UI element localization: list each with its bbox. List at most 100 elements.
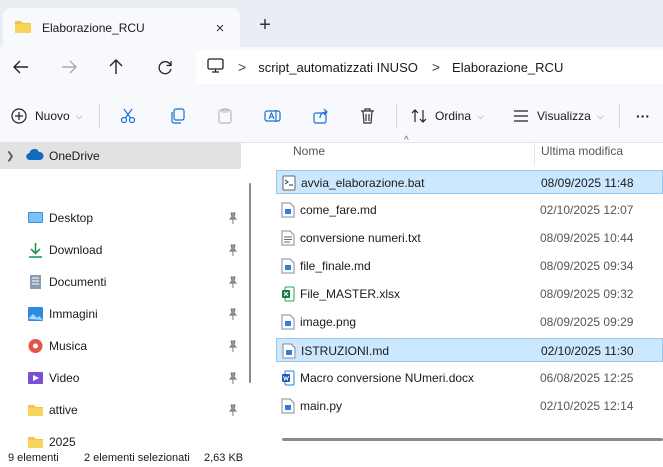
address-row: > script_automatizzati INUSO > Elaborazi…: [0, 47, 663, 88]
trash-icon: [361, 108, 374, 124]
pin-icon[interactable]: [228, 340, 238, 352]
file-row-conversione-numeri[interactable]: conversione numeri.txt 08/09/2025 10:44: [276, 226, 663, 250]
breadcrumb-script-automatizzati[interactable]: script_automatizzati INUSO: [258, 60, 418, 75]
file-row-image[interactable]: image.png 08/09/2025 09:29: [276, 310, 663, 334]
tab-strip: Elaborazione_RCU × +: [0, 0, 663, 48]
pin-icon[interactable]: [228, 244, 238, 256]
arrow-left-icon: [13, 60, 28, 74]
horizontal-scrollbar[interactable]: [282, 438, 663, 441]
cut-button[interactable]: [120, 102, 136, 130]
file-row-file-master[interactable]: File_MASTER.xlsx 08/09/2025 09:32: [276, 282, 663, 306]
sidebar-item-immagini[interactable]: Immagini: [0, 298, 241, 330]
file-name: ISTRUZIONI.md: [301, 344, 390, 358]
pin-icon[interactable]: [228, 404, 238, 416]
pin-icon[interactable]: [228, 308, 238, 320]
refresh-button[interactable]: [151, 55, 179, 79]
copy-button[interactable]: [169, 102, 185, 130]
sidebar-item-label: OneDrive: [49, 149, 100, 163]
file-name: come_fare.md: [300, 203, 377, 217]
pin-icon[interactable]: [228, 212, 238, 224]
sidebar-item-label: attive: [49, 403, 78, 417]
pin-icon[interactable]: [228, 276, 238, 288]
file-row-macro-conversione[interactable]: Macro conversione NUmeri.docx 06/08/2025…: [276, 366, 663, 390]
sidebar-item-label: 2025: [49, 435, 76, 449]
file-modified: 08/09/2025 10:44: [540, 231, 634, 245]
download-icon: [29, 243, 42, 258]
arrow-right-icon: [62, 60, 77, 74]
file-modified: 02/10/2025 12:07: [540, 203, 634, 217]
scissors-icon: [120, 108, 136, 124]
selection-count: 2 elementi selezionati: [84, 452, 190, 464]
sort-button[interactable]: Ordina ⌵: [411, 102, 484, 130]
chevron-down-icon: ⌵: [477, 110, 484, 121]
word-file-icon: [282, 370, 295, 386]
tab-elaborazione-rcu[interactable]: Elaborazione_RCU ×: [3, 8, 240, 48]
file-row-istruzioni[interactable]: ISTRUZIONI.md 02/10/2025 11:30: [276, 338, 663, 362]
delete-button[interactable]: [360, 102, 375, 130]
plus-circle-icon: [11, 108, 27, 124]
markdown-file-icon: [281, 202, 295, 218]
file-modified: 02/10/2025 12:14: [540, 399, 634, 413]
file-modified: 08/09/2025 09:29: [540, 315, 634, 329]
file-modified: 08/09/2025 11:48: [541, 176, 634, 190]
sort-icon: [411, 109, 427, 123]
sidebar-item-attive[interactable]: attive: [0, 394, 241, 426]
clipboard-icon: [218, 108, 232, 124]
sidebar-item-video[interactable]: Video: [0, 362, 241, 394]
file-row-avvia-elaborazione[interactable]: avvia_elaborazione.bat 08/09/2025 11:48: [276, 170, 663, 194]
new-tab-button[interactable]: +: [252, 14, 278, 38]
file-name: main.py: [300, 399, 343, 413]
copy-icon: [171, 108, 185, 124]
navpane-scrollbar[interactable]: [249, 183, 251, 383]
navigation-pane: ❯ OneDrive Desktop Download Documenti Im…: [0, 143, 258, 450]
item-count: 9 elementi: [8, 452, 59, 464]
column-header-name[interactable]: Nome: [293, 144, 325, 166]
video-icon: [28, 372, 43, 384]
breadcrumb-elaborazione-rcu[interactable]: Elaborazione_RCU: [452, 60, 563, 75]
file-modified: 08/09/2025 09:34: [540, 259, 634, 273]
excel-file-icon: [282, 286, 295, 302]
tab-title: Elaborazione_RCU: [42, 21, 145, 35]
sidebar-item-documenti[interactable]: Documenti: [0, 266, 241, 298]
new-button[interactable]: Nuovo ⌵: [11, 102, 83, 130]
close-tab-icon[interactable]: ×: [206, 20, 234, 37]
markdown-file-icon: [281, 258, 295, 274]
more-options-button[interactable]: ···: [636, 102, 650, 130]
file-name: avvia_elaborazione.bat: [301, 176, 425, 190]
computer-icon: [207, 58, 224, 76]
file-name: conversione numeri.txt: [300, 231, 421, 245]
new-button-label: Nuovo: [35, 109, 70, 123]
sidebar-item-onedrive[interactable]: ❯ OneDrive: [0, 143, 241, 169]
file-row-main-py[interactable]: main.py 02/10/2025 12:14: [276, 394, 663, 418]
chevron-right-icon[interactable]: ❯: [6, 151, 20, 162]
file-modified: 08/09/2025 09:32: [540, 287, 634, 301]
folder-icon: [14, 19, 32, 37]
sort-ascending-icon: ^: [404, 135, 409, 146]
sidebar-item-label: Desktop: [49, 211, 94, 225]
sidebar-item-musica[interactable]: Musica: [0, 330, 241, 362]
cloud-icon: [26, 148, 44, 164]
pin-icon[interactable]: [228, 372, 238, 384]
share-button[interactable]: [313, 102, 329, 130]
paste-button[interactable]: [217, 102, 233, 130]
file-list: ^ Nome Ultima modifica avvia_elaborazion…: [258, 135, 663, 450]
chevron-down-icon: ⌵: [596, 110, 604, 121]
column-header-modified[interactable]: Ultima modifica: [541, 144, 623, 166]
file-row-come-fare[interactable]: come_fare.md 02/10/2025 12:07: [276, 198, 663, 222]
up-button[interactable]: [102, 55, 130, 79]
sidebar-item-label: Musica: [49, 339, 88, 353]
rename-icon: [264, 110, 281, 122]
file-name: file_finale.md: [300, 259, 371, 273]
sidebar-item-desktop[interactable]: Desktop: [0, 202, 241, 234]
view-button[interactable]: Visualizza ⌵: [513, 102, 604, 130]
column-divider[interactable]: [534, 143, 535, 165]
back-button[interactable]: [7, 55, 35, 79]
sidebar-item-download[interactable]: Download: [0, 234, 241, 266]
music-icon: [28, 339, 43, 353]
rename-button[interactable]: [264, 102, 281, 130]
file-row-file-finale[interactable]: file_finale.md 08/09/2025 09:34: [276, 254, 663, 278]
pictures-icon: [28, 307, 43, 321]
file-modified: 02/10/2025 11:30: [541, 344, 634, 358]
forward-button[interactable]: [55, 55, 83, 79]
address-bar[interactable]: > script_automatizzati INUSO > Elaborazi…: [196, 50, 663, 84]
